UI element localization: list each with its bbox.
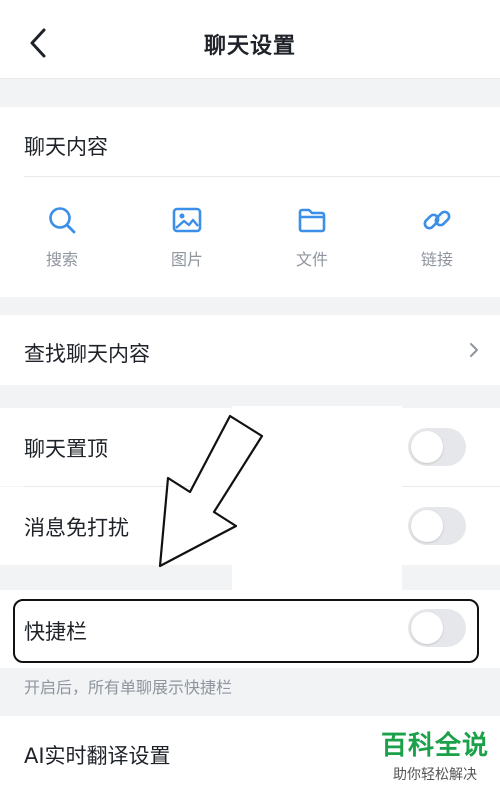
watermark-sub: 助你轻松解决 xyxy=(393,767,477,783)
watermark-main: 百科全说 xyxy=(380,731,489,761)
watermark-logo: 百科全说 助你轻松解决 xyxy=(376,725,494,784)
annotation-arrow-icon xyxy=(158,414,264,568)
